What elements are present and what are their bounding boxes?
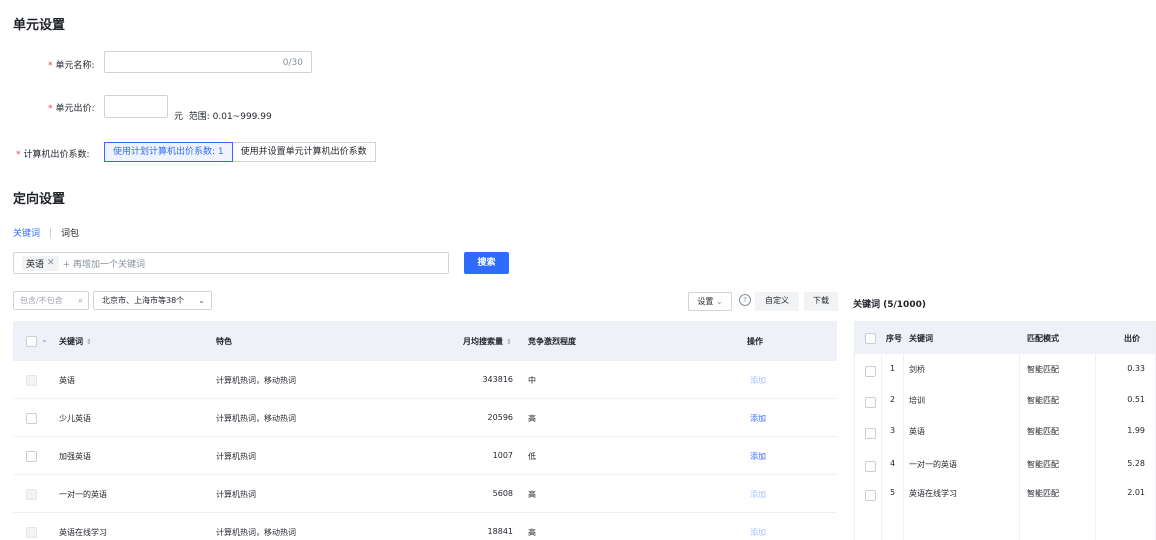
row-competition: 中 <box>528 376 536 385</box>
header-action: 操作 <box>747 337 763 346</box>
targeting-title: 定向设置 <box>13 192 66 207</box>
row-checkbox <box>26 527 37 538</box>
table-row: 英语 计算机热词，移动热词 343816 中 添加 <box>13 361 837 399</box>
unit-bid-input[interactable] <box>104 95 168 118</box>
header-monthly-search[interactable]: 月均搜索量 ⇕ <box>463 336 512 347</box>
header-selected-keyword: 关键词 <box>909 334 933 343</box>
row-checkbox[interactable] <box>26 413 37 424</box>
search-button[interactable]: 搜索 <box>464 252 509 274</box>
list-item: 5 英语在线学习 智能匹配 2.01 <box>855 478 1155 509</box>
row-add-link[interactable]: 添加 <box>750 451 766 462</box>
row-add-link: 添加 <box>750 528 766 537</box>
header-match: 匹配模式 <box>1027 334 1059 343</box>
chevron-down-icon: ⌄ <box>198 296 205 305</box>
unit-name-input[interactable]: 0/30 <box>104 51 312 73</box>
list-item: 2 培训 智能匹配 0.51 <box>855 385 1155 416</box>
row-monthly-search: 1007 <box>492 451 513 460</box>
table-row: 少儿英语 计算机热词，移动热词 20596 高 添加 <box>13 399 837 437</box>
settings-button[interactable]: 设置 ⌄ <box>688 292 732 311</box>
header-bid: 出价 <box>1124 334 1140 343</box>
unit-bid-hint: 元 范围: 0.01~999.99 <box>174 112 272 122</box>
row-add-link: 添加 <box>750 490 766 499</box>
row-competition: 高 <box>528 528 536 537</box>
row-monthly-search: 20596 <box>487 413 513 422</box>
row-monthly-search: 343816 <box>482 375 513 384</box>
unit-name-counter: 0/30 <box>282 58 303 68</box>
table-row: 一对一的英语 计算机热词 5608 高 添加 <box>13 475 837 513</box>
select-all-selected-checkbox[interactable] <box>865 333 876 344</box>
keyword-search-input[interactable]: 英语 ✕ + 再增加一个关键词 <box>13 252 449 274</box>
header-keyword[interactable]: 关键词 ⇕ <box>59 336 92 347</box>
row-checkbox[interactable] <box>865 397 876 408</box>
keyword-filter-input[interactable]: 包含/不包含 ⌕ <box>13 291 89 310</box>
row-checkbox[interactable] <box>865 461 876 472</box>
keyword-table-header: ⌄ 关键词 ⇕ 特色 月均搜索量 ⇕ 竞争激烈程度 操作 <box>13 321 837 361</box>
table-row: 加强英语 计算机热词 1007 低 添加 <box>13 437 837 475</box>
row-monthly-search: 18841 <box>487 527 513 536</box>
row-keyword: 少儿英语 <box>59 414 91 423</box>
row-competition: 低 <box>528 452 536 461</box>
row-feature: 计算机热词 <box>216 452 256 461</box>
keyword-table: ⌄ 关键词 ⇕ 特色 月均搜索量 ⇕ 竞争激烈程度 操作 英语 计算机热词，移动热词… <box>13 321 837 540</box>
row-competition: 高 <box>528 490 536 499</box>
keyword-search-placeholder: + 再增加一个关键词 <box>62 259 145 270</box>
unit-bid-label: * 单元出价: <box>48 104 95 114</box>
custom-button[interactable]: 自定义 <box>755 292 799 311</box>
keyword-chip: 英语 ✕ <box>22 255 59 271</box>
row-feature: 计算机热词 <box>216 490 256 499</box>
sort-icon: ⇕ <box>506 338 512 346</box>
coef-label: * 计算机出价系数: <box>16 150 90 160</box>
row-checkbox[interactable] <box>26 451 37 462</box>
targeting-tabs: 关键词 词包 <box>13 226 79 239</box>
selected-keywords-title: 关键词 (5/1000) <box>853 300 926 310</box>
row-checkbox[interactable] <box>865 428 876 439</box>
row-add-link[interactable]: 添加 <box>750 413 766 424</box>
row-keyword: 加强英语 <box>59 452 91 461</box>
row-feature: 计算机热词，移动热词 <box>216 414 296 423</box>
table-row: 英语在线学习 计算机热词，移动热词 18841 高 添加 <box>13 513 837 540</box>
tab-keywords[interactable]: 关键词 <box>13 226 40 239</box>
row-checkbox[interactable] <box>865 366 876 377</box>
header-competition: 竞争激烈程度 <box>528 337 576 346</box>
tab-divider <box>50 227 52 238</box>
coef-segmented-control: 使用计划计算机出价系数: 1 使用并设置单元计算机出价系数 <box>104 142 376 162</box>
row-checkbox[interactable] <box>865 490 876 501</box>
list-item: 1 剑桥 智能匹配 0.33 <box>855 354 1155 385</box>
row-checkbox <box>26 489 37 500</box>
list-item: 3 英语 智能匹配 1.99 <box>855 416 1155 447</box>
chip-close-icon[interactable]: ✕ <box>47 258 55 268</box>
header-feature: 特色 <box>216 337 232 346</box>
select-all-checkbox[interactable] <box>26 336 37 347</box>
selected-table-header: 序号 关键词 匹配模式 出价 <box>855 322 1155 354</box>
row-feature: 计算机热词，移动热词 <box>216 376 296 385</box>
unit-name-label: * 单元名称: <box>48 61 95 71</box>
unit-settings-title: 单元设置 <box>13 18 66 33</box>
selected-keywords-table: 序号 关键词 匹配模式 出价 1 剑桥 智能匹配 0.33 2 培训 智能匹配 … <box>854 321 1156 540</box>
chevron-down-icon: ⌄ <box>715 297 723 306</box>
download-button[interactable]: 下载 <box>804 292 838 311</box>
coef-option-plan[interactable]: 使用计划计算机出价系数: 1 <box>104 142 233 162</box>
row-keyword: 一对一的英语 <box>59 490 107 499</box>
chevron-down-icon[interactable]: ⌄ <box>41 335 48 344</box>
row-keyword: 英语 <box>59 376 75 385</box>
list-item: 4 一对一的英语 智能匹配 5.28 <box>855 447 1155 478</box>
row-monthly-search: 5608 <box>492 489 513 498</box>
region-select[interactable]: 北京市、上海市等38个 ⌄ <box>93 291 212 310</box>
sort-icon: ⇕ <box>86 338 92 346</box>
coef-option-unit[interactable]: 使用并设置单元计算机出价系数 <box>232 142 376 162</box>
row-add-link: 添加 <box>750 376 766 385</box>
header-index: 序号 <box>886 334 902 343</box>
help-icon[interactable]: ? <box>739 294 751 306</box>
tab-word-package[interactable]: 词包 <box>61 226 79 239</box>
search-icon: ⌕ <box>77 295 83 306</box>
row-competition: 高 <box>528 414 536 423</box>
row-feature: 计算机热词，移动热词 <box>216 528 296 537</box>
row-checkbox <box>26 375 37 386</box>
row-keyword: 英语在线学习 <box>59 528 107 537</box>
